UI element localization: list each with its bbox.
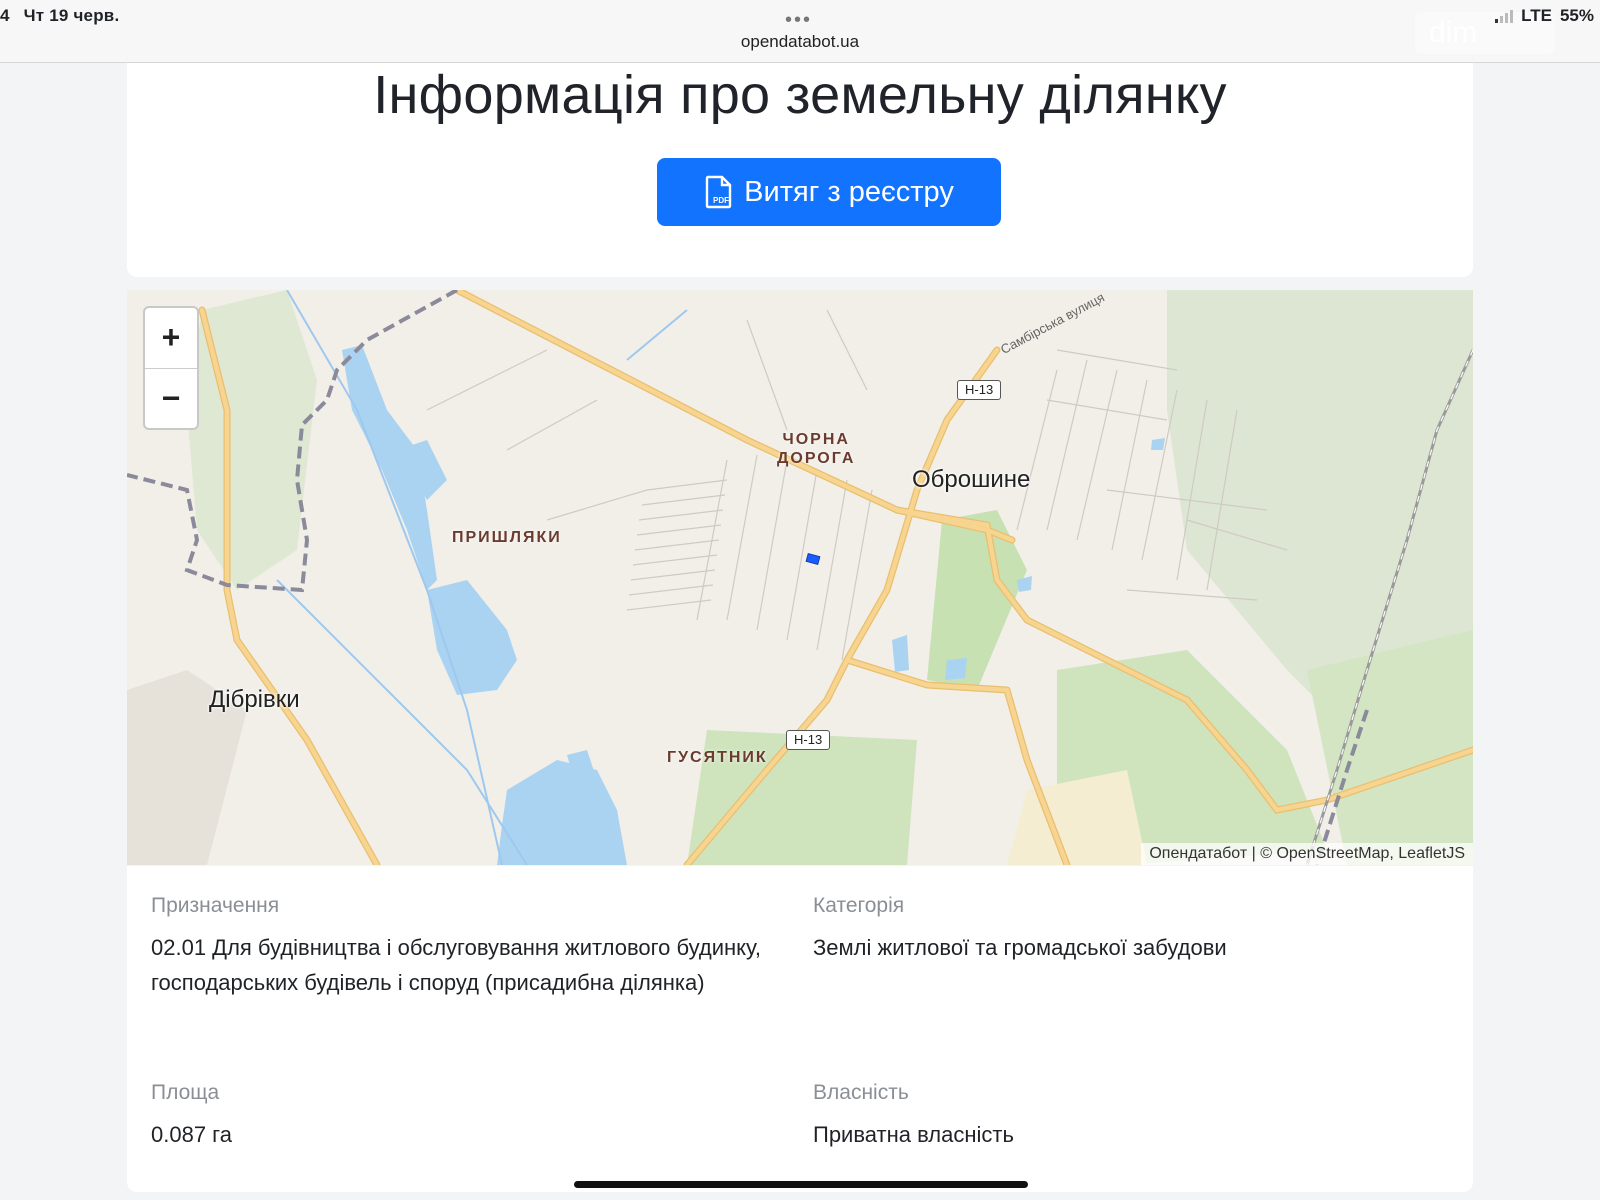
status-time-fragment: 4 [0, 6, 10, 25]
registry-extract-button[interactable]: PDF Витяг з реєстру [657, 158, 1001, 226]
category-value: Землі житлової та громадської забудови [813, 935, 1227, 960]
zoom-in-button[interactable]: + [145, 308, 197, 368]
ownership-field: Власність Приватна власність [813, 1081, 1433, 1152]
address-bar-url[interactable]: opendatabot.ua [0, 32, 1600, 52]
signal-strength-icon [1495, 9, 1514, 23]
status-indicators: LTE 55% [1495, 6, 1594, 26]
purpose-field: Призначення 02.01 Для будівництва і обсл… [151, 894, 761, 1000]
map-label-chorna-doroha-line2: ДОРОГА [777, 450, 856, 467]
status-time-date: 4 Чт 19 черв. [0, 6, 133, 26]
area-value: 0.087 га [151, 1122, 232, 1147]
status-date: Чт 19 черв. [23, 6, 120, 25]
map-view[interactable]: + − Оброшине Дібрівки ЧОРНА ДОРОГА ПРИШЛ… [127, 290, 1473, 865]
map-label-obroshyne: Оброшине [912, 466, 1031, 493]
registry-extract-label: Витяг з реєстру [744, 175, 954, 208]
parcel-details-card: Призначення 02.01 Для будівництва і обсл… [127, 866, 1473, 1192]
ownership-value: Приватна власність [813, 1122, 1014, 1147]
zoom-control: + − [143, 306, 199, 430]
area-label: Площа [151, 1081, 220, 1104]
status-bar: 4 Чт 19 черв. ••• opendatabot.ua dim LTE … [0, 0, 1600, 63]
category-field: Категорія Землі житлової та громадської … [813, 894, 1433, 965]
page-title: Інформація про земельну ділянку [373, 65, 1227, 125]
road-shield-h13-north: Н-13 [957, 380, 1002, 400]
map-attribution[interactable]: Опендатабот | © OpenStreetMap, LeafletJS [1141, 843, 1473, 865]
map-label-pryshlyaky: ПРИШЛЯКИ [452, 529, 562, 546]
map-label-husyatnyk: ГУСЯТНИК [667, 749, 768, 766]
map-tiles [127, 290, 1473, 865]
purpose-value: 02.01 Для будівництва і обслуговування ж… [151, 935, 761, 995]
pdf-file-icon: PDF [705, 175, 732, 209]
battery-percent: 55% [1559, 6, 1594, 25]
road-shield-h13-south: Н-13 [786, 730, 831, 750]
home-indicator[interactable] [574, 1181, 1028, 1188]
ownership-label: Власність [813, 1081, 909, 1104]
map-label-dibrivky: Дібрівки [209, 686, 300, 713]
category-label: Категорія [813, 894, 905, 917]
network-type: LTE [1521, 6, 1552, 25]
map-label-chorna-doroha-line1: ЧОРНА [782, 431, 850, 448]
pdf-badge-text: PDF [713, 196, 729, 205]
purpose-label: Призначення [151, 894, 280, 917]
zoom-out-button[interactable]: − [145, 368, 197, 428]
multitasking-dots-icon[interactable]: ••• [785, 9, 812, 32]
area-field: Площа 0.087 га [151, 1081, 761, 1152]
map-label-chorna-doroha: ЧОРНА ДОРОГА [777, 430, 855, 468]
